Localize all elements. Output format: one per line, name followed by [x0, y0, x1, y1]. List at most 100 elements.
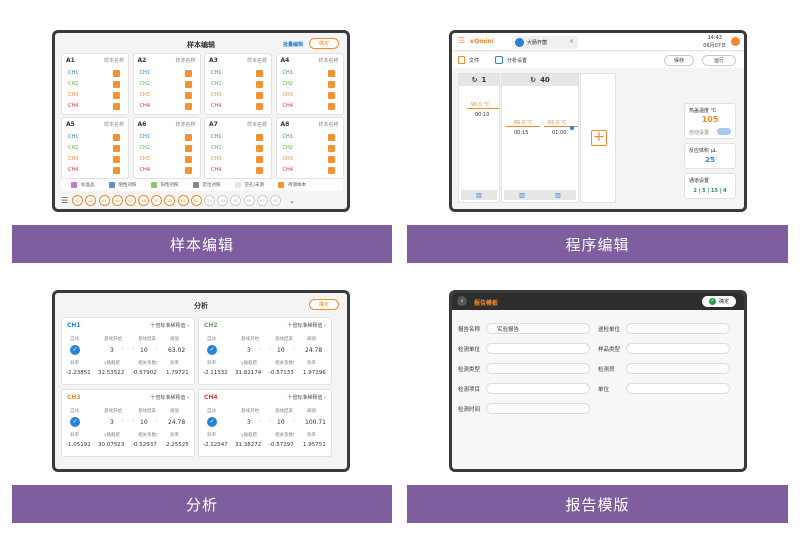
analysis-settings-button[interactable]: 分析设置 — [507, 57, 527, 64]
field-input[interactable] — [626, 383, 730, 394]
channel-setting-box[interactable]: 通道设置 2 | 5 | 15 | 4 — [684, 173, 736, 199]
stage-2a-time[interactable]: 00:15 — [514, 130, 528, 136]
sample-type-swatch[interactable] — [184, 103, 192, 110]
threshold-value[interactable]: 24.78 — [305, 347, 322, 354]
list-icon[interactable]: ☰ — [61, 196, 68, 205]
batch-edit-button[interactable]: 批量编辑 — [283, 41, 303, 48]
auto-check-icon[interactable]: ✓ — [70, 417, 80, 427]
well-button[interactable]: A2 — [85, 195, 97, 206]
well-button[interactable]: B8 — [269, 195, 281, 206]
step-stage-1[interactable]: ↻ 1 90.0 ℃ 00:10 ▥ — [458, 73, 500, 203]
sample-type-swatch[interactable] — [184, 167, 192, 174]
threshold-value[interactable]: 63.02 — [168, 347, 185, 354]
chevron-right-icon[interactable]: › — [293, 347, 295, 352]
sample-card[interactable]: A3 样本名称 CH1 CH2 CH3 CH4 — [204, 53, 272, 115]
sample-type-swatch[interactable] — [184, 70, 192, 77]
chevron-right-icon[interactable]: › — [122, 347, 124, 352]
auto-check-icon[interactable]: ✓ — [70, 345, 80, 355]
sample-type-swatch[interactable] — [113, 134, 120, 141]
stage-1-time[interactable]: 00:10 — [475, 112, 489, 118]
baseline-end-value[interactable]: 10 — [140, 419, 148, 426]
add-stage-button[interactable]: + — [591, 130, 607, 146]
well-button[interactable]: B1 — [177, 195, 189, 206]
baseline-end-value[interactable]: 10 — [140, 347, 148, 354]
sample-card[interactable]: A7 样本名称 CH1 CH2 CH3 CH4 — [204, 117, 272, 179]
baseline-end-value[interactable]: 10 — [277, 419, 285, 426]
sample-card[interactable]: A1 样本名称 CH1 CH2 CH3 CH4 — [61, 53, 129, 115]
tab-experiment[interactable]: 大肠杆菌 × — [512, 36, 578, 49]
confirm-button[interactable]: 确定 — [309, 299, 339, 310]
chevron-left-icon[interactable]: ‹ — [269, 347, 271, 352]
chevron-down-icon[interactable]: ⌄ — [289, 197, 295, 205]
sample-type-swatch[interactable] — [327, 81, 335, 88]
well-button[interactable]: B5 — [230, 195, 242, 206]
channel-analysis-card[interactable]: CH4 十倍标准稀释值 › 自动 基线开始 基线结束 阈值 ✓ 3 › ‹ 10 › 100.71 斜率 y… — [198, 389, 332, 457]
sample-type-swatch[interactable] — [256, 145, 263, 152]
step-stage-2[interactable]: ↻ 40 65.0 ℃ 00:15 65.0 ℃ 01:00 ▥ ▥ — [501, 73, 579, 203]
sample-type-swatch[interactable] — [113, 103, 120, 110]
baseline-start-value[interactable]: 3 — [110, 419, 114, 426]
sample-type-swatch[interactable] — [184, 81, 192, 88]
sample-type-swatch[interactable] — [113, 167, 120, 174]
sample-type-swatch[interactable] — [327, 70, 335, 77]
sample-type-swatch[interactable] — [256, 103, 263, 110]
baseline-start-value[interactable]: 3 — [247, 419, 251, 426]
close-icon[interactable]: × — [569, 38, 574, 45]
standard-dilution-select[interactable]: 十倍标准稀释值 › — [150, 394, 189, 401]
chevron-right-icon[interactable]: › — [156, 419, 158, 424]
field-input[interactable] — [486, 403, 590, 414]
chevron-right-icon[interactable]: › — [293, 419, 295, 424]
sample-card[interactable]: A4 样本名称 CH1 CH2 CH3 CH4 — [275, 53, 344, 115]
well-button[interactable]: A1 — [72, 195, 84, 206]
sample-type-swatch[interactable] — [256, 81, 263, 88]
chevron-left-icon[interactable]: ‹ — [132, 419, 134, 424]
menu-icon[interactable]: ☰ — [458, 36, 465, 45]
save-button[interactable]: 保存 — [664, 55, 694, 66]
standard-dilution-select[interactable]: 十倍标准稀释值 › — [150, 322, 189, 329]
file-button[interactable]: 文件 — [469, 57, 479, 64]
chevron-right-icon[interactable]: › — [259, 419, 261, 424]
volume-value[interactable]: 25 — [685, 156, 735, 164]
sample-card[interactable]: A8 样本名称 CH1 CH2 CH3 CH4 — [275, 117, 344, 179]
sample-type-swatch[interactable] — [327, 134, 335, 141]
sample-type-swatch[interactable] — [256, 167, 263, 174]
sample-type-swatch[interactable] — [113, 70, 120, 77]
sample-type-swatch[interactable] — [184, 156, 192, 163]
confirm-button[interactable]: ✓ 确定 — [702, 296, 736, 307]
auto-check-icon[interactable]: ✓ — [207, 417, 217, 427]
sample-type-swatch[interactable] — [184, 134, 192, 141]
well-button[interactable]: B4 — [217, 195, 229, 206]
run-button[interactable]: 运行 — [702, 55, 736, 66]
field-input[interactable] — [486, 383, 590, 394]
channel-analysis-card[interactable]: CH2 十倍标准稀释值 › 自动 基线开始 基线结束 阈值 ✓ 3 › ‹ 10 › 24.78 斜率 y轴… — [198, 317, 332, 385]
lid-temp-value[interactable]: 105 — [685, 115, 735, 124]
chevron-right-icon[interactable]: › — [259, 347, 261, 352]
sample-type-swatch[interactable] — [113, 145, 120, 152]
field-input[interactable] — [626, 323, 730, 334]
sample-type-swatch[interactable] — [327, 167, 335, 174]
channel-analysis-card[interactable]: CH1 十倍标准稀释值 › 自动 基线开始 基线结束 阈值 ✓ 3 › ‹ 10 › 63.02 斜率 y轴… — [61, 317, 195, 385]
well-button[interactable]: A6 — [138, 195, 150, 206]
field-input[interactable] — [486, 343, 590, 354]
baseline-start-value[interactable]: 3 — [247, 347, 251, 354]
well-button[interactable]: B6 — [243, 195, 255, 206]
auto-check-icon[interactable]: ✓ — [207, 345, 217, 355]
well-button[interactable]: A4 — [111, 195, 123, 206]
sample-type-swatch[interactable] — [327, 92, 335, 99]
threshold-value[interactable]: 24.78 — [168, 419, 185, 426]
well-button[interactable]: A3 — [98, 195, 110, 206]
sample-card[interactable]: A2 样本名称 CH1 CH2 CH3 CH4 — [132, 53, 201, 115]
sample-type-swatch[interactable] — [256, 134, 263, 141]
sample-type-swatch[interactable] — [256, 70, 263, 77]
chevron-right-icon[interactable]: › — [122, 419, 124, 424]
well-button[interactable]: A8 — [164, 195, 176, 206]
well-button[interactable]: B7 — [256, 195, 268, 206]
chevron-left-icon[interactable]: ‹ — [132, 347, 134, 352]
back-icon[interactable]: ‹ — [457, 296, 467, 306]
sample-card[interactable]: A6 样本名称 CH1 CH2 CH3 CH4 — [132, 117, 201, 179]
sample-type-swatch[interactable] — [327, 145, 335, 152]
field-input[interactable] — [626, 343, 730, 354]
sample-type-swatch[interactable] — [327, 156, 335, 163]
reaction-volume-box[interactable]: 反应体积 μL 25 — [684, 143, 736, 169]
sample-type-swatch[interactable] — [113, 156, 120, 163]
